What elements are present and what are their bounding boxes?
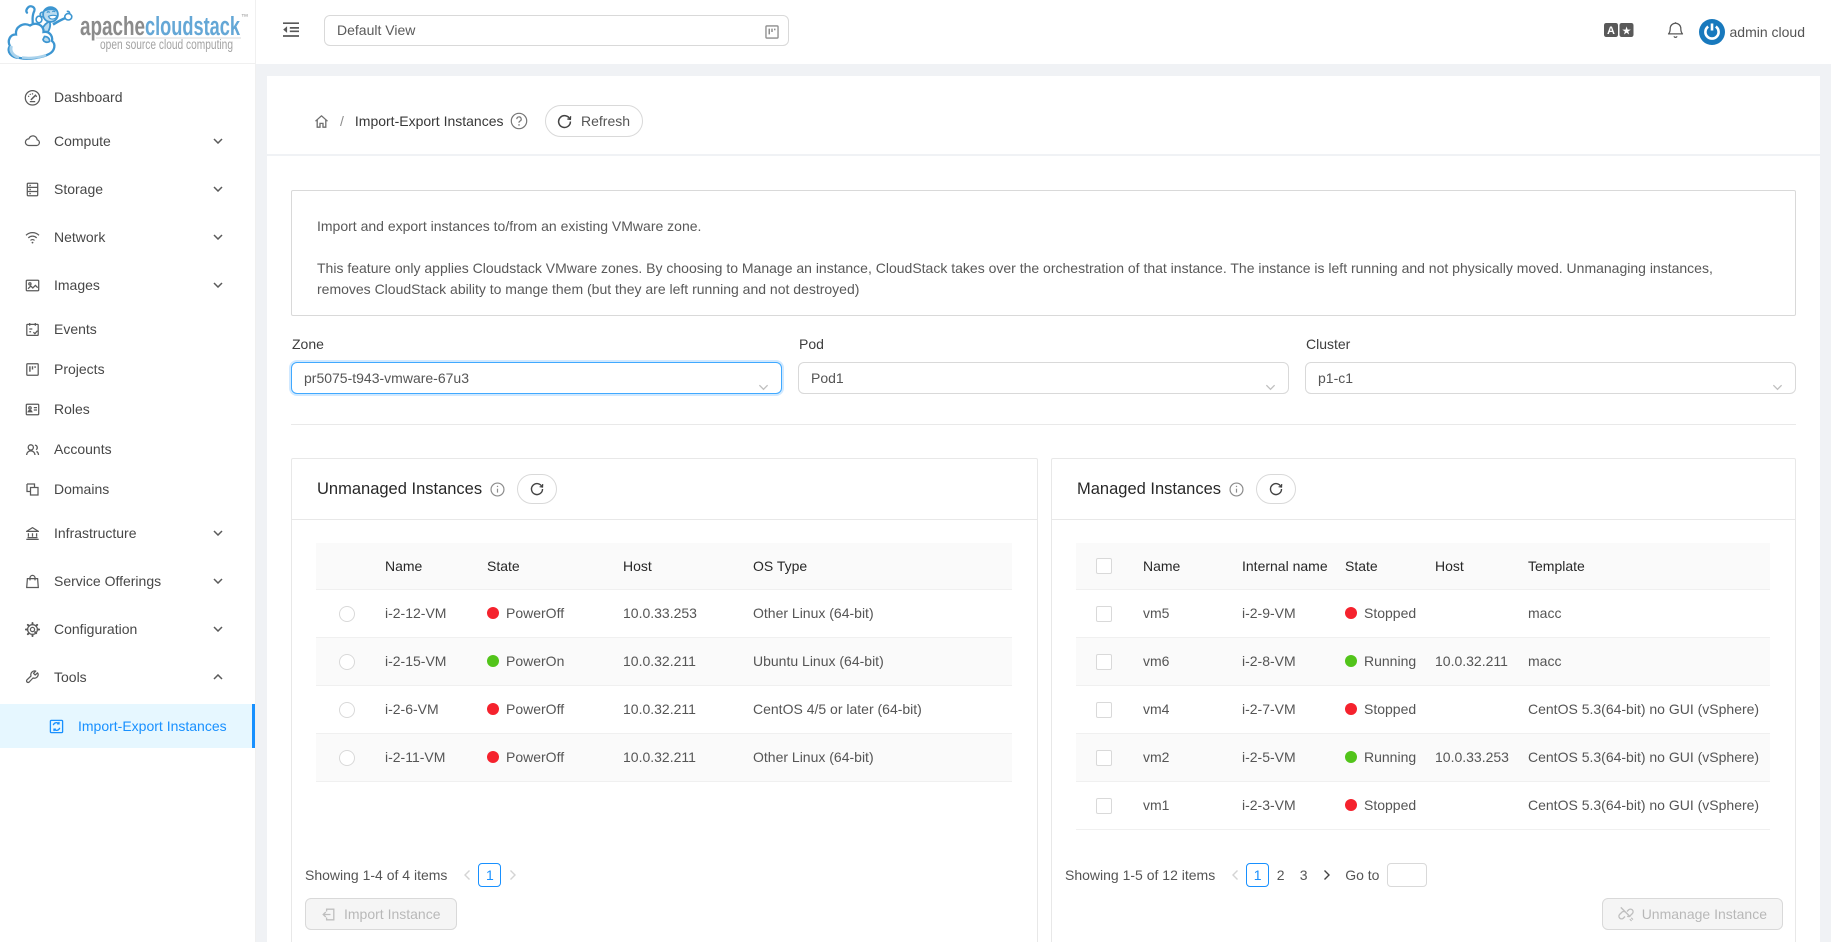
svg-text:A: A (1607, 25, 1615, 37)
svg-text:open source cloud computing: open source cloud computing (100, 37, 233, 52)
svg-text:★: ★ (1622, 26, 1632, 38)
svg-text:™: ™ (241, 12, 249, 21)
